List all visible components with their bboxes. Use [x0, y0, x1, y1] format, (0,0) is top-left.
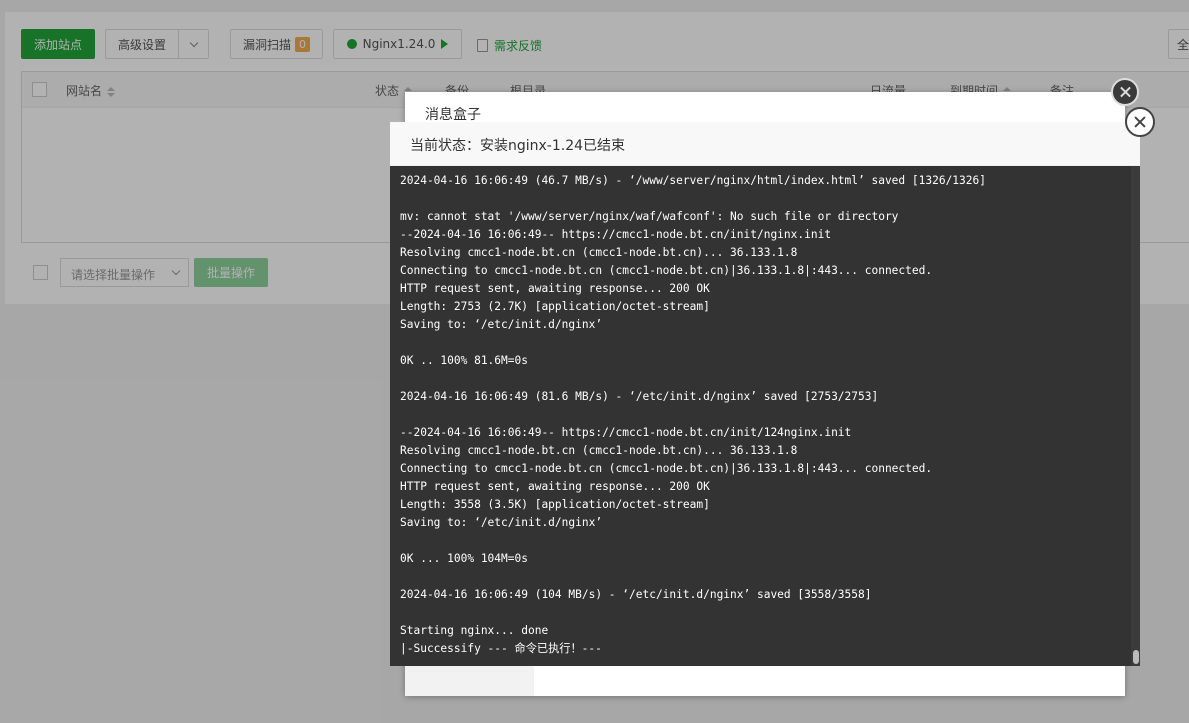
log-line: Resolving cmcc1-node.bt.cn (cmcc1-node.b… [400, 444, 798, 457]
log-line: 0K .. 100% 81.6M=0s [400, 354, 528, 367]
log-line: HTTP request sent, awaiting response... … [400, 282, 710, 295]
scrollbar-thumb[interactable] [1133, 650, 1139, 664]
log-line: Connecting to cmcc1-node.bt.cn (cmcc1-no… [400, 462, 933, 475]
install-log-console[interactable]: 2024-04-16 16:06:49 (46.7 MB/s) - ‘/www/… [390, 166, 1140, 666]
log-line: 2024-04-16 16:06:49 (104 MB/s) - ‘/etc/i… [400, 588, 872, 601]
log-line: Saving to: ‘/etc/init.d/nginx’ [400, 318, 603, 331]
install-status-title: 当前状态：安装nginx-1.24已结束 [390, 122, 1140, 166]
log-line: --2024-04-16 16:06:49-- https://cmcc1-no… [400, 228, 832, 241]
log-line: Length: 3558 (3.5K) [application/octet-s… [400, 498, 710, 511]
install-status-dialog: 当前状态：安装nginx-1.24已结束 2024-04-16 16:06:49… [390, 122, 1140, 666]
log-line: |-Successify --- 命令已执行！--- [400, 642, 602, 655]
message-box-title: 消息盒子 [425, 107, 481, 123]
log-line: --2024-04-16 16:06:49-- https://cmcc1-no… [400, 426, 852, 439]
log-line: mv: cannot stat '/www/server/nginx/waf/w… [400, 210, 899, 223]
close-icon[interactable] [1125, 107, 1155, 137]
log-line: Length: 2753 (2.7K) [application/octet-s… [400, 300, 710, 313]
log-line: Saving to: ‘/etc/init.d/nginx’ [400, 516, 603, 529]
close-icon[interactable] [1111, 78, 1139, 106]
log-line: Connecting to cmcc1-node.bt.cn (cmcc1-no… [400, 264, 933, 277]
log-line: 2024-04-16 16:06:49 (81.6 MB/s) - ‘/etc/… [400, 390, 879, 403]
console-scrollbar[interactable] [1131, 166, 1140, 666]
log-line: Starting nginx... done [400, 624, 549, 637]
log-line: HTTP request sent, awaiting response... … [400, 480, 710, 493]
log-line: 0K ... 100% 104M=0s [400, 552, 528, 565]
log-line: 2024-04-16 16:06:49 (46.7 MB/s) - ‘/www/… [400, 174, 986, 187]
log-line: Resolving cmcc1-node.bt.cn (cmcc1-node.b… [400, 246, 798, 259]
